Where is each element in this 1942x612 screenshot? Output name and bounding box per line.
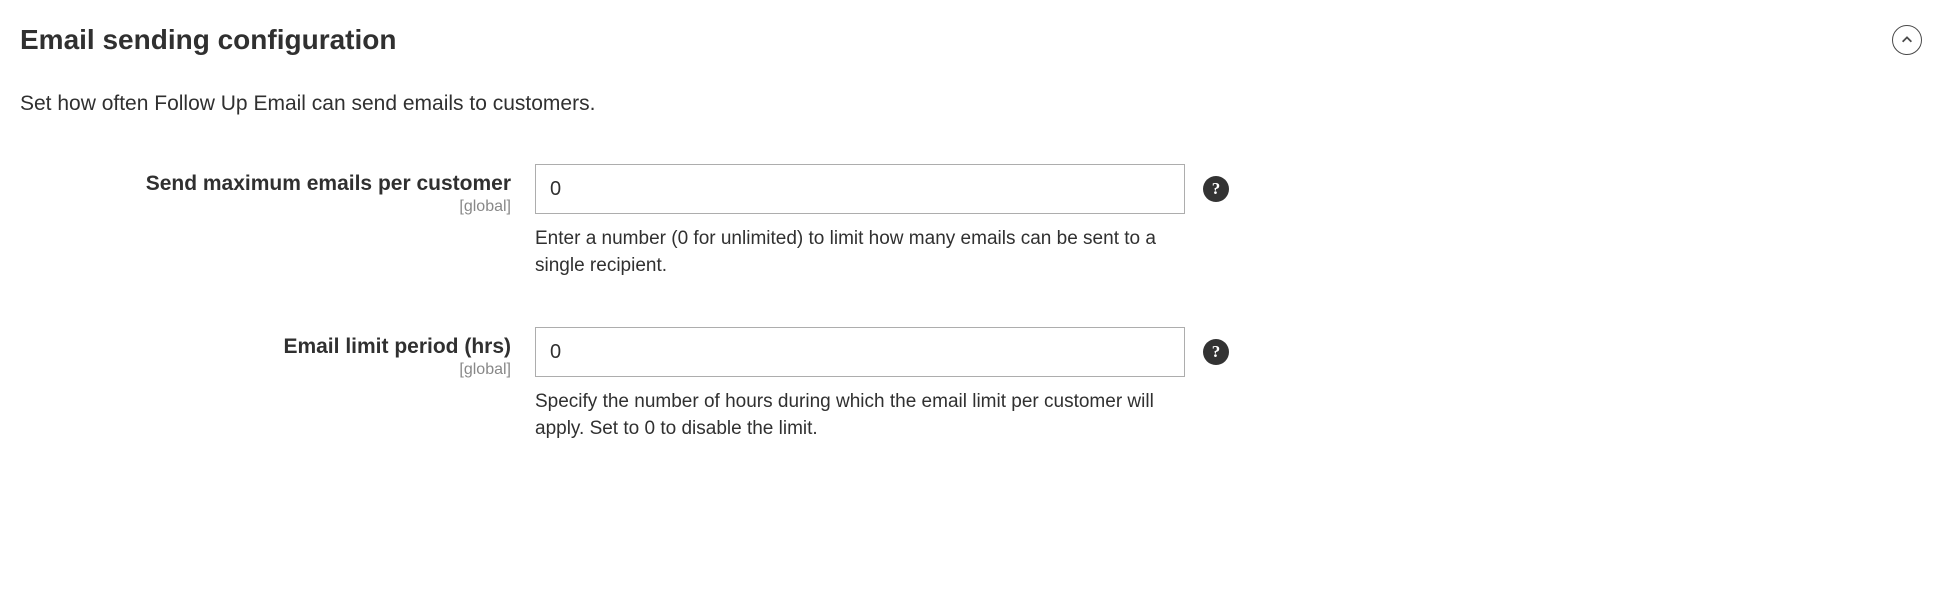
limit-period-input[interactable] [535, 327, 1185, 377]
max-emails-scope: [global] [20, 198, 511, 216]
limit-period-note: Specify the number of hours during which… [535, 389, 1170, 442]
max-emails-input[interactable] [535, 164, 1185, 214]
field-value-column: Enter a number (0 for unlimited) to limi… [535, 164, 1185, 279]
field-label-column: Send maximum emails per customer [global… [20, 164, 535, 216]
field-row-limit-period: Email limit period (hrs) [global] Specif… [20, 327, 1922, 442]
max-emails-label: Send maximum emails per customer [20, 172, 511, 196]
max-emails-note: Enter a number (0 for unlimited) to limi… [535, 226, 1170, 279]
field-tooltip-column: ? [1203, 327, 1229, 365]
collapse-toggle-button[interactable] [1892, 25, 1922, 55]
limit-period-label: Email limit period (hrs) [20, 335, 511, 359]
section-description: Set how often Follow Up Email can send e… [20, 92, 1922, 116]
section-title: Email sending configuration [20, 24, 396, 56]
help-icon[interactable]: ? [1203, 176, 1229, 202]
section-header: Email sending configuration [20, 24, 1922, 56]
chevron-up-icon [1900, 33, 1914, 47]
field-label-column: Email limit period (hrs) [global] [20, 327, 535, 379]
field-value-column: Specify the number of hours during which… [535, 327, 1185, 442]
limit-period-scope: [global] [20, 361, 511, 379]
field-tooltip-column: ? [1203, 164, 1229, 202]
help-icon[interactable]: ? [1203, 339, 1229, 365]
field-row-max-emails: Send maximum emails per customer [global… [20, 164, 1922, 279]
